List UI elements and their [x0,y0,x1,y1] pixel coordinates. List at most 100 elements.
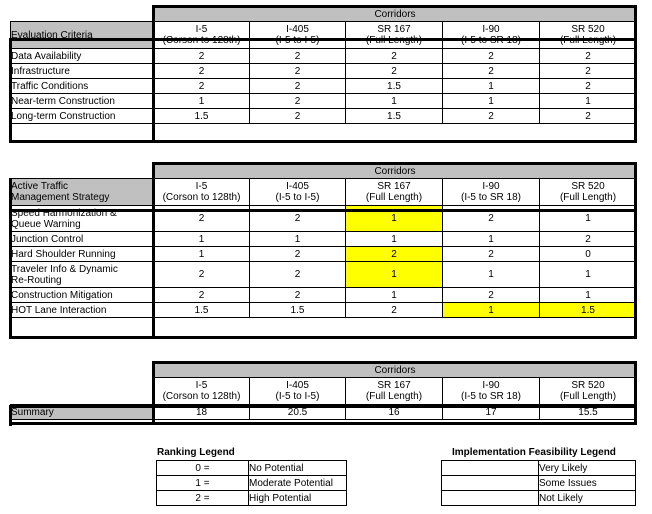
corridor-header-sr520: SR 520 (Full Length) [538,377,638,405]
score-cell: 1.5 [153,302,250,318]
white-swatch [441,460,539,476]
table1-labelcol-rule [152,5,155,143]
legend-row: Not Likely [441,490,636,506]
table1-bottom-rule [9,140,637,143]
score-cell: 2 [249,287,346,303]
legend-key: 1 = [156,475,249,491]
legend-value: Some Issues [538,475,636,491]
table-row: Near-term Construction 1 2 1 1 1 [10,93,638,109]
row-label: Junction Control [10,231,154,247]
corridor-extent: (Full Length) [559,192,617,203]
score-cell: 1.5 [345,78,443,94]
row-label: Traveler Info & Dynamic Re-Routing [10,261,154,288]
score-cell-highlighted: 2 [345,246,443,262]
score-cell: 1 [249,231,346,247]
corridor-header-i405: I-405 (I-5 to I-5) [249,178,346,206]
corridor-header-i5: I-5 (Corson to 128th) [153,377,250,405]
table3-labelcol-rule [152,361,155,425]
table-row: Long-term Construction 1.5 2 1.5 2 2 [10,108,638,124]
row-label: Hard Shoulder Running [10,246,154,262]
atm-strategy-header-line2: Management Strategy [11,192,110,203]
score-cell: 1.5 [153,108,250,124]
table3-headsep-rule [9,405,637,408]
corridor-header-sr167: SR 167 (Full Length) [345,178,443,206]
corridor-extent: (Full Length) [365,192,423,203]
summary-table: Corridors I-5 (Corson to 128th) I-405 (I… [10,362,638,420]
legend-value: Not Likely [538,490,636,506]
score-cell: 1 [442,231,540,247]
ranking-legend-table: 0 = No Potential 1 = Moderate Potential … [156,460,347,506]
score-cell: 2 [249,63,346,79]
atm-strategy-header: Active Traffic Management Strategy [10,178,154,206]
corridor-header-i90: I-90 (I-5 to SR 18) [442,21,540,49]
corridor-name: I-90 [482,380,500,391]
score-cell-highlighted: 1 [345,261,443,288]
corridors-banner-row: Corridors [11,362,638,378]
corridor-name: I-5 [195,181,208,192]
red-swatch [441,490,539,506]
corridor-header-i5: I-5 (Corson to 128th) [153,178,250,206]
table3-bottom-rule [9,422,637,425]
score-cell-highlighted: 1.5 [538,302,638,318]
legend-key: 0 = [156,460,249,476]
row-label-line2: Queue Warning [11,218,81,230]
corridor-name: SR 520 [571,24,605,35]
feasibility-legend-title: Implementation Feasibility Legend [452,447,616,458]
score-cell: 1 [153,246,250,262]
corridor-name: I-5 [195,380,208,391]
row-label-line2: Re-Routing [11,274,62,286]
corridor-name: SR 167 [377,380,411,391]
column-header-row: Active Traffic Management Strategy I-5 (… [10,178,638,206]
yellow-swatch [441,475,539,491]
corridor-extent: (Full Length) [559,391,617,402]
score-cell: 2 [442,287,540,303]
spacer-cell [11,378,154,405]
corridor-header-i90: I-90 (I-5 to SR 18) [442,377,540,405]
table2-right-rule [634,162,637,339]
corridors-banner: Corridors [152,163,638,179]
corridor-name: I-90 [482,24,500,35]
corridor-name: I-5 [195,24,208,35]
score-cell: 1 [442,78,540,94]
corridor-header-sr167: SR 167 (Full Length) [345,21,443,49]
score-cell: 2 [538,231,638,247]
table2-left-rule [9,178,12,339]
spacer-cell [11,7,154,22]
legend-value: Moderate Potential [248,475,347,491]
score-cell: 2 [442,48,540,64]
feasibility-legend-table: Very Likely Some Issues Not Likely [441,460,636,506]
table2-top-rule [153,162,636,165]
ranking-legend-title: Ranking Legend [157,447,235,458]
corridor-name: SR 520 [571,181,605,192]
table-row: Infrastructure 2 2 2 2 2 [10,63,638,79]
score-cell: 1.5 [249,302,346,318]
table-row: Construction Mitigation 2 2 1 2 1 [10,287,638,303]
table2-bottom-rule [9,336,637,339]
legend-row: 1 = Moderate Potential [156,475,347,491]
corridor-extent: (I-5 to SR 18) [460,391,522,402]
corridor-name: I-405 [286,380,309,391]
corridor-header-i90: I-90 (I-5 to SR 18) [442,178,540,206]
score-cell: 1 [538,261,638,288]
table-row: Junction Control 1 1 1 1 2 [10,231,638,247]
score-cell: 2 [345,63,443,79]
row-label: Data Availability [10,48,154,64]
corridor-extent: (I-5 to I-5) [275,192,320,203]
score-cell: 1 [442,93,540,109]
corridor-name: SR 167 [377,24,411,35]
row-label-line1: Traveler Info & Dynamic [11,263,118,275]
score-cell: 1 [153,93,250,109]
corridors-banner-row: Corridors [11,6,638,22]
corridor-header-sr167: SR 167 (Full Length) [345,377,443,405]
table3-top-rule [153,361,636,364]
corridors-banner-row: Corridors [11,163,638,179]
column-header-row: I-5 (Corson to 128th) I-405 (I-5 to I-5)… [11,377,638,405]
table1-right-rule [634,5,637,143]
row-label: Infrastructure [10,63,154,79]
table3-right-rule [634,361,637,425]
corridor-extent: (Corson to 128th) [162,192,241,203]
corridor-header-i5: I-5 (Corson to 128th) [153,21,250,49]
corridor-header-sr520: SR 520 (Full Length) [538,178,638,206]
score-cell: 2 [153,78,250,94]
score-cell: 2 [538,63,638,79]
